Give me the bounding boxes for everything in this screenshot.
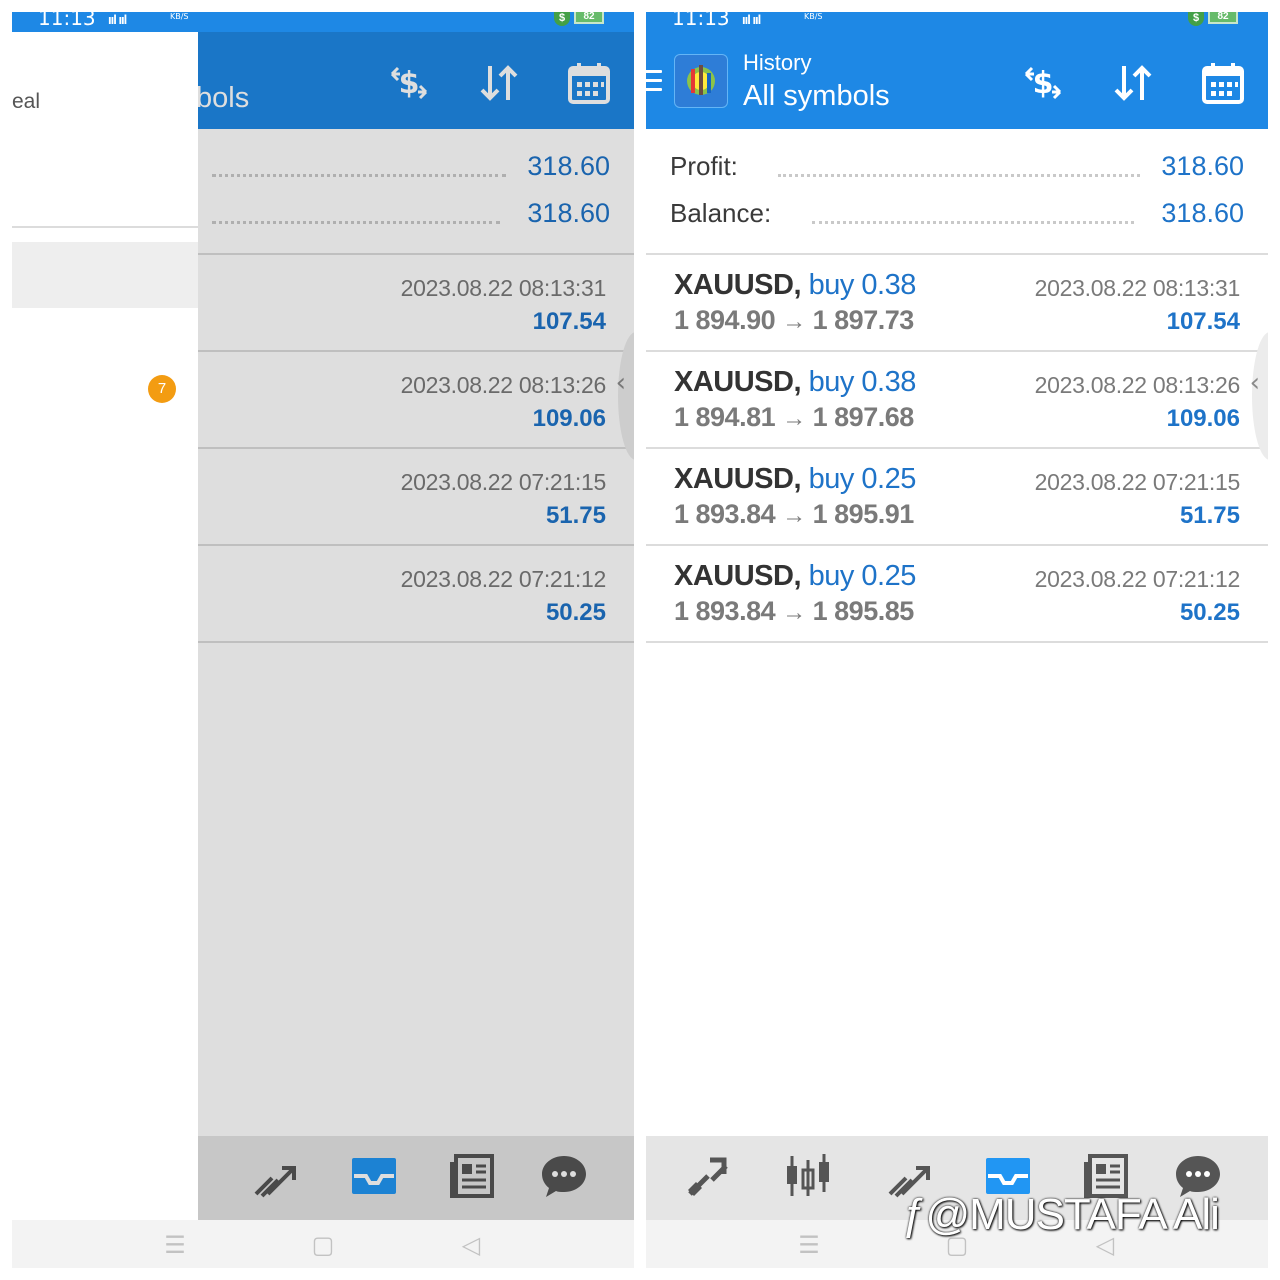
deal-profit: 51.75: [545, 502, 606, 529]
status-bar: 11:13 ııl ııl KB/S $ 82: [12, 12, 634, 32]
deal-symbol: XAUUSD, buy 0.38: [674, 366, 916, 398]
status-time: 11:13: [38, 12, 96, 30]
balance-row: Balance: 318.60: [670, 198, 1244, 238]
deal-time: 2023.08.22 07:21:12: [1034, 566, 1241, 592]
profit-value: 318.60: [527, 151, 610, 181]
dotted-leader: [212, 220, 500, 224]
system-nav: ☰ ▢ ◁: [12, 1220, 634, 1268]
calendar-icon[interactable]: [566, 60, 612, 106]
recents-button[interactable]: ☰: [796, 1232, 822, 1258]
deal-row[interactable]: XAUUSD, buy 0.25 1 893.84 → 1 895.85 202…: [646, 546, 1268, 643]
history-icon[interactable]: [348, 1150, 400, 1202]
chevron-left-icon[interactable]: ‹: [616, 368, 626, 398]
back-button[interactable]: ◁: [458, 1232, 484, 1258]
home-button[interactable]: ▢: [310, 1232, 336, 1258]
chevron-left-icon[interactable]: ‹: [1250, 368, 1260, 398]
battery-icon: 82: [574, 12, 604, 24]
deal-time: 2023.08.22 07:21:12: [400, 566, 607, 592]
app-bar: History All symbols $: [646, 32, 1268, 129]
chart-icon[interactable]: [782, 1150, 834, 1202]
watermark: ƒ@MUSTAFA Ali: [902, 1190, 1220, 1239]
deal-prices: 1 894.81 → 1 897.68: [674, 402, 914, 432]
deal-profit: 109.06: [532, 405, 606, 432]
battery-icon: 82: [1208, 12, 1238, 24]
page-title[interactable]: All symbols: [743, 80, 890, 113]
news-icon[interactable]: [446, 1150, 498, 1202]
page-subtitle: History: [743, 50, 812, 75]
profit-value: 318.60: [1161, 151, 1244, 181]
deal-time: 2023.08.22 07:21:15: [1034, 469, 1241, 495]
drawer-item-selected[interactable]: [12, 242, 198, 308]
chat-icon[interactable]: [538, 1150, 590, 1202]
deal-time: 2023.08.22 08:13:31: [1034, 275, 1241, 301]
recents-button[interactable]: ☰: [162, 1232, 188, 1258]
sort-icon[interactable]: [476, 60, 522, 106]
dotted-leader: [812, 220, 1134, 224]
dotted-leader: [778, 173, 1140, 177]
deal-time: 2023.08.22 08:13:31: [400, 275, 607, 301]
quotes-icon[interactable]: [682, 1150, 734, 1202]
signal-icon: ııl ııl: [108, 12, 127, 27]
sort-icon[interactable]: [1110, 60, 1156, 106]
deal-row[interactable]: XAUUSD, buy 0.38 1 894.90 → 1 897.73 202…: [646, 255, 1268, 352]
deal-profit: 109.06: [1166, 405, 1240, 432]
profit-label: Profit:: [670, 151, 738, 181]
balance-value: 318.60: [527, 198, 610, 228]
balance-label: Balance:: [670, 198, 772, 228]
status-bar: 11:13 ııl ııl KB/S $ 82: [646, 12, 1268, 32]
drawer-item-label[interactable]: eal: [12, 90, 40, 114]
deal-profit: 107.54: [1166, 308, 1240, 335]
svg-text:$: $: [1033, 66, 1054, 101]
trade-icon[interactable]: [248, 1150, 300, 1202]
drawer-divider: [12, 226, 198, 228]
right-screenshot-panel: 11:13 ııl ııl KB/S $ 82 History All symb…: [646, 12, 1268, 1268]
calendar-icon[interactable]: [1200, 60, 1246, 106]
deal-prices: 1 893.84 → 1 895.85: [674, 596, 914, 626]
svg-text:$: $: [399, 66, 420, 101]
dotted-leader: [212, 173, 506, 177]
deal-time: 2023.08.22 08:13:26: [400, 372, 607, 398]
page-title: bols: [196, 82, 250, 114]
deal-symbol: XAUUSD, buy 0.25: [674, 463, 916, 495]
deal-row[interactable]: XAUUSD, buy 0.25 1 893.84 → 1 895.91 202…: [646, 449, 1268, 546]
shield-icon: $: [1188, 12, 1204, 26]
shield-icon: $: [554, 12, 570, 26]
menu-icon[interactable]: [646, 70, 662, 92]
deal-profit: 50.25: [545, 599, 606, 626]
status-time: 11:13: [672, 12, 730, 30]
deal-profit: 51.75: [1179, 502, 1240, 529]
signal-icon: ııl ııl: [742, 12, 761, 27]
deal-symbol: XAUUSD, buy 0.38: [674, 269, 916, 301]
network-speed: KB/S: [170, 12, 189, 21]
notification-badge: 7: [148, 375, 176, 403]
deal-symbol: XAUUSD, buy 0.25: [674, 560, 916, 592]
deal-row[interactable]: XAUUSD, buy 0.38 1 894.81 → 1 897.68 202…: [646, 352, 1268, 449]
facebook-icon: ƒ: [902, 1190, 927, 1239]
deal-time: 2023.08.22 07:21:15: [400, 469, 607, 495]
metatrader-logo: [674, 54, 728, 108]
deal-profit: 107.54: [532, 308, 606, 335]
navigation-drawer: eal 7: [12, 32, 198, 1220]
profit-row: Profit: 318.60: [670, 151, 1244, 191]
deal-prices: 1 893.84 → 1 895.91: [674, 499, 914, 529]
account-summary: Profit: 318.60 Balance: 318.60: [646, 129, 1268, 255]
deal-time: 2023.08.22 08:13:26: [1034, 372, 1241, 398]
currency-exchange-icon[interactable]: $: [386, 60, 432, 106]
currency-exchange-icon[interactable]: $: [1020, 60, 1066, 106]
network-speed: KB/S: [804, 12, 823, 21]
balance-value: 318.60: [1161, 198, 1244, 228]
left-screenshot-panel: 11:13 ııl ııl KB/S $ 82 bols $ Profit: 3…: [12, 12, 634, 1268]
deal-prices: 1 894.90 → 1 897.73: [674, 305, 914, 335]
deal-profit: 50.25: [1179, 599, 1240, 626]
